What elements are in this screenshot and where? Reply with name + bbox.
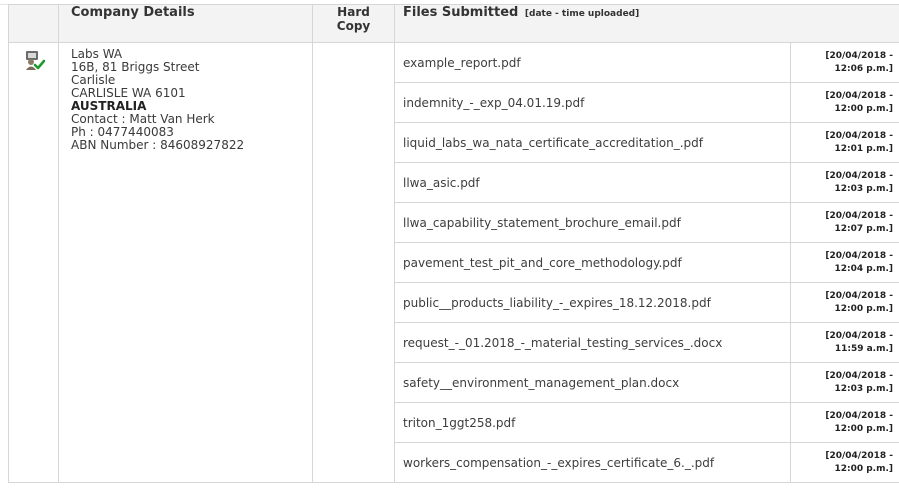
submission-details-page: Company Details Hard Copy Files Submitte…: [0, 0, 899, 495]
table-row: Labs WA 16B, 81 Briggs Street Carlisle C…: [8, 42, 899, 483]
files-submitted-header: Files Submitted [date - time uploaded]: [393, 4, 899, 43]
file-upload-time: 12:07 p.m.]: [834, 223, 894, 234]
file-link[interactable]: example_report.pdf: [403, 56, 521, 70]
company-details-header: Company Details: [58, 4, 313, 43]
file-upload-date: [20/04/2018 -: [825, 210, 894, 221]
file-name-cell[interactable]: indemnity_-_exp_04.01.19.pdf: [394, 82, 791, 123]
file-upload-time: 12:03 p.m.]: [834, 183, 894, 194]
file-name-cell[interactable]: safety__environment_management_plan.docx: [394, 362, 791, 403]
file-upload-time: 12:03 p.m.]: [834, 383, 894, 394]
file-upload-date: [20/04/2018 -: [825, 330, 894, 341]
file-link[interactable]: liquid_labs_wa_nata_certificate_accredit…: [403, 136, 703, 150]
file-name-cell[interactable]: pavement_test_pit_and_core_methodology.p…: [394, 242, 791, 283]
file-name-cell[interactable]: example_report.pdf: [394, 42, 791, 83]
file-upload-time: 11:59 a.m.]: [834, 343, 894, 354]
file-upload-date: [20/04/2018 -: [825, 50, 894, 61]
file-upload-date: [20/04/2018 -: [825, 370, 894, 381]
file-uploaded-cell: [20/04/2018 - 12:01 p.m.]: [789, 122, 899, 163]
file-upload-date: [20/04/2018 -: [825, 410, 894, 421]
file-name-cell[interactable]: request_-_01.2018_-_material_testing_ser…: [394, 322, 791, 363]
file-link[interactable]: indemnity_-_exp_04.01.19.pdf: [403, 96, 584, 110]
file-uploaded-cell: [20/04/2018 - 11:59 a.m.]: [789, 322, 899, 363]
file-upload-time: 12:00 p.m.]: [834, 103, 894, 114]
file-uploaded-cell: [20/04/2018 - 12:03 p.m.]: [789, 162, 899, 203]
file-upload-date: [20/04/2018 -: [825, 290, 894, 301]
row-icon-cell: [8, 42, 59, 483]
file-upload-date: [20/04/2018 -: [825, 450, 894, 461]
file-link[interactable]: public__products_liability_-_expires_18.…: [403, 296, 711, 310]
user-check-icon[interactable]: [23, 51, 45, 75]
file-uploaded-cell: [20/04/2018 - 12:07 p.m.]: [789, 202, 899, 243]
file-uploaded-cell: [20/04/2018 - 12:00 p.m.]: [789, 82, 899, 123]
company-details-header-label: Company Details: [71, 5, 195, 20]
file-name-cell[interactable]: liquid_labs_wa_nata_certificate_accredit…: [394, 122, 791, 163]
file-upload-time: 12:00 p.m.]: [834, 423, 894, 434]
file-link[interactable]: llwa_capability_statement_brochure_email…: [403, 216, 681, 230]
file-upload-time: 12:01 p.m.]: [834, 143, 894, 154]
file-upload-date: [20/04/2018 -: [825, 170, 894, 181]
file-name-cell[interactable]: llwa_capability_statement_brochure_email…: [394, 202, 791, 243]
file-name-cell[interactable]: triton_1ggt258.pdf: [394, 402, 791, 443]
company-details-cell: Labs WA 16B, 81 Briggs Street Carlisle C…: [58, 42, 313, 483]
file-link[interactable]: pavement_test_pit_and_core_methodology.p…: [403, 256, 682, 270]
icon-column-header: [8, 4, 59, 43]
file-uploaded-cell: [20/04/2018 - 12:00 p.m.]: [789, 402, 899, 443]
file-link[interactable]: safety__environment_management_plan.docx: [403, 376, 679, 390]
file-name-cell[interactable]: public__products_liability_-_expires_18.…: [394, 282, 791, 323]
file-name-cell[interactable]: llwa_asic.pdf: [394, 162, 791, 203]
hard-copy-cell: [312, 42, 395, 483]
files-submitted-header-sub: [date - time uploaded]: [524, 9, 640, 19]
hard-copy-header-line1: Hard: [337, 5, 370, 19]
company-abn: ABN Number : 84608927822: [71, 138, 245, 152]
files-submitted-header-label: Files Submitted: [403, 5, 519, 20]
file-uploaded-cell: [20/04/2018 - 12:04 p.m.]: [789, 242, 899, 283]
file-upload-time: 12:00 p.m.]: [834, 463, 894, 474]
file-link[interactable]: workers_compensation_-_expires_certifica…: [403, 456, 714, 470]
file-upload-time: 12:04 p.m.]: [834, 263, 894, 274]
hard-copy-header-line2: Copy: [336, 19, 371, 33]
file-upload-date: [20/04/2018 -: [825, 250, 894, 261]
file-link[interactable]: request_-_01.2018_-_material_testing_ser…: [403, 336, 722, 350]
hard-copy-header: Hard Copy: [312, 4, 395, 43]
file-uploaded-cell: [20/04/2018 - 12:00 p.m.]: [789, 442, 899, 483]
file-upload-time: 12:06 p.m.]: [834, 63, 894, 74]
file-uploaded-cell: [20/04/2018 - 12:06 p.m.]: [789, 42, 899, 83]
submissions-table: Company Details Hard Copy Files Submitte…: [8, 4, 899, 483]
file-name-cell[interactable]: workers_compensation_-_expires_certifica…: [394, 442, 791, 483]
file-upload-date: [20/04/2018 -: [825, 130, 894, 141]
file-link[interactable]: triton_1ggt258.pdf: [403, 416, 515, 430]
table-header-row: Company Details Hard Copy Files Submitte…: [8, 4, 899, 43]
file-uploaded-cell: [20/04/2018 - 12:03 p.m.]: [789, 362, 899, 403]
file-upload-date: [20/04/2018 -: [825, 90, 894, 101]
file-link[interactable]: llwa_asic.pdf: [403, 176, 480, 190]
file-upload-time: 12:00 p.m.]: [834, 303, 894, 314]
file-uploaded-cell: [20/04/2018 - 12:00 p.m.]: [789, 282, 899, 323]
